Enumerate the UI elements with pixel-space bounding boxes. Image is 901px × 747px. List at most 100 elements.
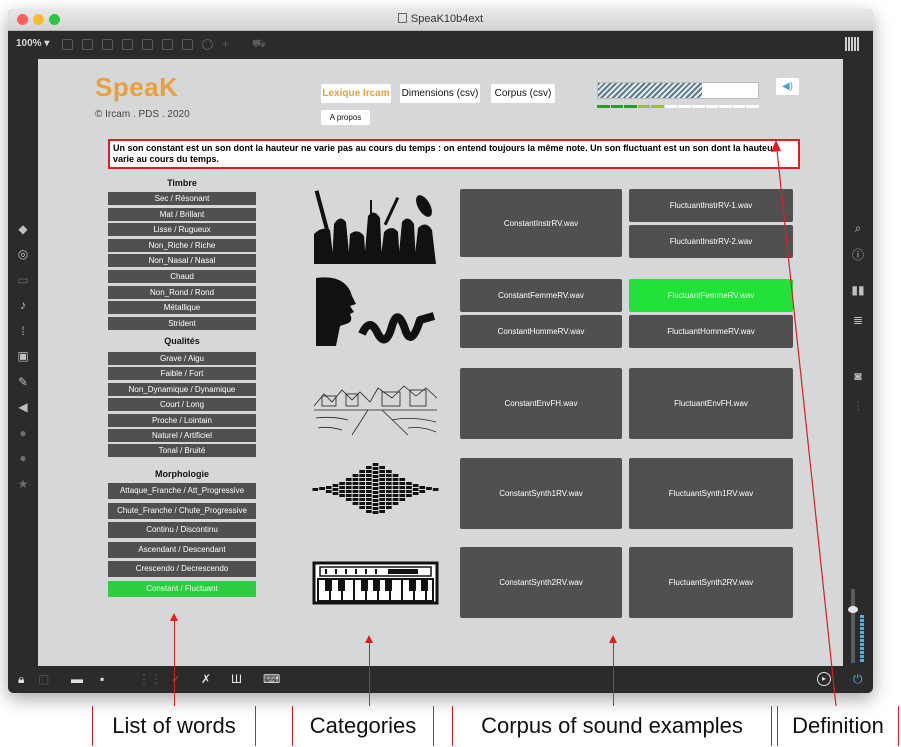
pin-icon[interactable]: ✓ — [171, 672, 181, 686]
package-icon[interactable]: ◀ — [15, 400, 31, 414]
level-meter-fill — [598, 83, 702, 98]
sound-fluctuant-femme[interactable]: FluctuantFemmeRV.wav — [629, 279, 793, 312]
word-button[interactable]: Court / Long — [108, 398, 256, 412]
info-icon[interactable]: ⓘ — [850, 248, 866, 262]
word-button[interactable]: Chaud — [108, 270, 256, 283]
number-icon[interactable] — [182, 39, 193, 50]
word-button[interactable]: Attaque_Franche / Att_Progressive — [108, 483, 256, 499]
apropos-button[interactable]: A propos — [321, 110, 370, 125]
windows-icon[interactable]: ▪ — [100, 672, 104, 686]
word-button[interactable]: Chute_Franche / Chute_Progressive — [108, 502, 256, 519]
zoom-menu[interactable]: 100% ▾ — [16, 38, 49, 49]
word-button[interactable]: Non_Dynamique / Dynamique — [108, 382, 256, 396]
sound-fluctuant-synth1[interactable]: FluctuantSynth1RV.wav — [629, 458, 793, 529]
left-sidebar: ◆ ◎ ▭ ♪ ⁞ ▣ ✎ ◀ ● ● ★ — [8, 59, 38, 666]
definition-text: Un son constant est un son dont la haute… — [108, 139, 800, 169]
sound-constant-femme[interactable]: ConstantFemmeRV.wav — [460, 279, 622, 312]
word-button[interactable]: Non_Riche / Riche — [108, 238, 256, 252]
corpus-button[interactable]: Corpus (csv) — [491, 84, 555, 103]
paperclip-icon[interactable]: ✎ — [15, 375, 31, 389]
landscape-image — [313, 385, 438, 436]
dial-icon[interactable] — [202, 39, 213, 50]
patcher-icon[interactable] — [62, 39, 73, 50]
list-icon[interactable]: ≣ — [850, 313, 866, 327]
corpus-arrow-head — [609, 635, 617, 643]
star-icon[interactable]: ★ — [15, 477, 31, 491]
caption-categories: Categories — [292, 706, 434, 746]
document-icon — [397, 13, 407, 23]
categories-arrow-line — [369, 642, 370, 706]
media-icon[interactable]: ⁞ — [15, 324, 31, 338]
edit-icon[interactable]: ▢ — [38, 672, 49, 686]
caption-list-of-words: List of words — [92, 706, 256, 746]
packages-icon[interactable]: ◆ — [15, 222, 31, 236]
word-button[interactable]: Sec / Résonant — [108, 192, 256, 205]
presentation-icon[interactable]: ▬ — [71, 672, 83, 686]
definition-arrow — [771, 140, 837, 707]
lock-icon[interactable]: 🔒︎ — [18, 672, 24, 686]
grid-snap-icon[interactable]: ⋮⋮ — [138, 672, 162, 686]
word-button[interactable]: Grave / Aigu — [108, 352, 256, 365]
word-button[interactable]: Naturel / Artificiel — [108, 429, 256, 442]
reference-icon[interactable]: ▮▮ — [850, 283, 866, 297]
grid-view-icon[interactable] — [845, 37, 859, 51]
sound-constant-env[interactable]: ConstantEnvFH.wav — [460, 368, 622, 439]
sound-fluctuant-env[interactable]: FluctuantEnvFH.wav — [629, 368, 793, 439]
word-button[interactable]: Continu / Discontinu — [108, 522, 256, 539]
object-icon[interactable] — [82, 39, 93, 50]
word-button[interactable]: Mat / Brillant — [108, 207, 256, 221]
keyboard-icon[interactable]: ⌨ — [263, 672, 280, 686]
power-icon[interactable]: ⏻ — [853, 672, 863, 686]
word-button[interactable]: Proche / Lointain — [108, 413, 256, 427]
car-icon[interactable]: ⛟ — [252, 39, 266, 50]
toggle-icon[interactable] — [162, 39, 173, 50]
word-button[interactable]: Non_Nasal / Nasal — [108, 254, 256, 268]
dimensions-button[interactable]: Dimensions (csv) — [400, 84, 480, 103]
sound-fluctuant-instr-1[interactable]: FluctuantInstrRV-1.wav — [629, 189, 793, 222]
words-arrow-head — [170, 613, 178, 621]
word-button[interactable]: Tonal / Bruité — [108, 444, 256, 458]
speaker-button[interactable]: ◀) — [776, 78, 799, 95]
sound-constant-instr[interactable]: ConstantInstrRV.wav — [460, 189, 622, 257]
target-icon[interactable]: ◎ — [15, 247, 31, 261]
image-icon[interactable]: ▣ — [15, 349, 31, 363]
orchestra-image — [314, 190, 436, 264]
voice-image — [316, 277, 436, 346]
word-button[interactable]: Crescendo / Decrescendo — [108, 561, 256, 578]
sound-constant-homme[interactable]: ConstantHommeRV.wav — [460, 315, 622, 348]
sound-fluctuant-synth2[interactable]: FluctuantSynth2RV.wav — [629, 547, 793, 618]
camera-icon[interactable]: ◙ — [850, 369, 866, 383]
comment-icon[interactable] — [102, 39, 113, 50]
circle-icon[interactable]: ● — [15, 426, 31, 440]
caption-definition: Definition — [777, 706, 899, 746]
output-level-meter — [860, 615, 864, 663]
piano-icon[interactable]: Ш — [231, 672, 242, 686]
timbre-title: Timbre — [167, 178, 197, 188]
word-button[interactable]: Ascendant / Descendant — [108, 541, 256, 558]
message-icon[interactable] — [122, 39, 133, 50]
word-button[interactable]: Faible / Fort — [108, 367, 256, 381]
music-icon[interactable]: ♪ — [15, 298, 31, 312]
refresh-icon[interactable]: ● — [15, 451, 31, 465]
word-button[interactable]: Lisse / Rugueux — [108, 223, 256, 237]
keyboard-synth-image — [312, 561, 439, 605]
word-button[interactable]: Strident — [108, 316, 256, 330]
sound-fluctuant-homme[interactable]: FluctuantHommeRV.wav — [629, 315, 793, 348]
mixer-icon[interactable]: ⫶ — [850, 400, 866, 414]
button-icon[interactable] — [142, 39, 153, 50]
qualites-title: Qualités — [164, 336, 200, 346]
sound-constant-synth2[interactable]: ConstantSynth2RV.wav — [460, 547, 622, 618]
word-button[interactable]: Constant / Fluctuant — [108, 581, 256, 597]
add-icon[interactable]: + — [222, 38, 233, 50]
volume-slider-track[interactable] — [851, 589, 855, 663]
wrench-icon[interactable]: ✗ — [201, 672, 211, 686]
sound-fluctuant-instr-2[interactable]: FluctuantInstrRV-2.wav — [629, 225, 793, 258]
window-title: SpeaK10b4ext — [8, 13, 873, 25]
sound-constant-synth1[interactable]: ConstantSynth1RV.wav — [460, 458, 622, 529]
copyright: © Ircam . PDS . 2020 — [95, 109, 190, 120]
word-button[interactable]: Non_Rond / Rond — [108, 285, 256, 299]
lexique-button[interactable]: Lexique Ircam — [321, 84, 391, 103]
browser-icon[interactable]: ▭ — [15, 273, 31, 287]
search-icon[interactable]: ⌕ — [850, 221, 866, 235]
word-button[interactable]: Métallique — [108, 301, 256, 315]
